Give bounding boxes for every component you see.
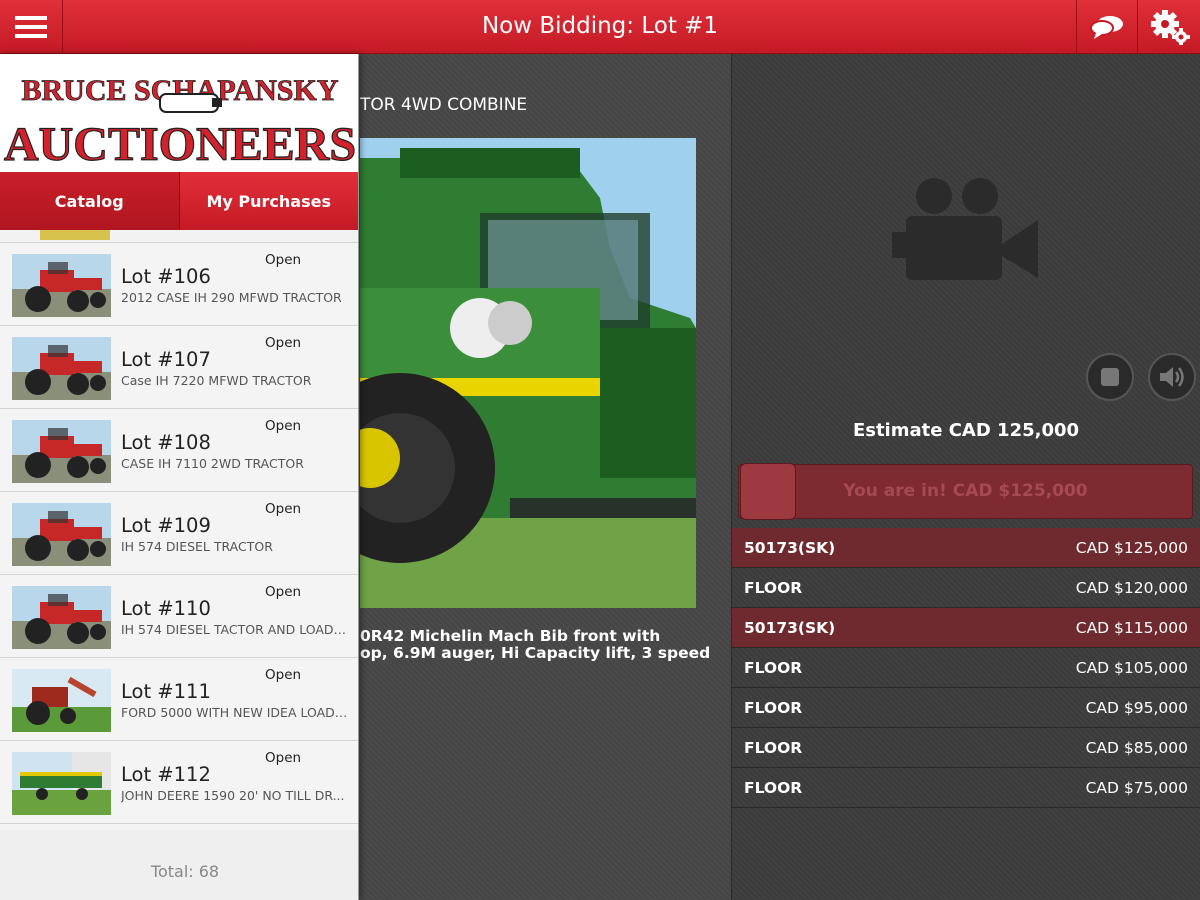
chat-bubbles-icon — [1090, 15, 1123, 39]
lot-number: Lot #109 — [121, 514, 211, 537]
tab-catalog[interactable]: Catalog — [0, 172, 179, 230]
list-item-partial — [0, 230, 358, 243]
lot-thumbnail — [12, 420, 111, 483]
gears-icon — [1150, 9, 1190, 45]
lot-list-item[interactable]: Open Lot #107 Case IH 7220 MFWD TRACTOR — [0, 326, 358, 409]
lot-thumbnail — [12, 254, 111, 317]
bid-row: FLOOR CAD $85,000 — [732, 728, 1200, 768]
lot-status: Open — [265, 335, 302, 351]
auctioneer-logo: BRUCE SCHAPANSKY AUCTIONEERS — [0, 54, 358, 172]
bid-row: FLOOR CAD $120,000 — [732, 568, 1200, 608]
lot-number: Lot #108 — [121, 431, 211, 454]
lot-title: TOR 4WD COMBINE — [360, 95, 528, 115]
speaker-icon — [1160, 367, 1184, 387]
lot-list-item[interactable]: Open Lot #106 2012 CASE IH 290 MFWD TRACTO… — [0, 243, 358, 326]
bid-amount: CAD $85,000 — [1085, 738, 1188, 757]
drawer-tabs: Catalog My Purchases — [0, 172, 358, 230]
lot-list-item[interactable]: Open Lot #109 IH 574 DIESEL TRACTOR — [0, 492, 358, 575]
top-bar: Now Bidding: Lot #1 — [0, 0, 1200, 54]
lot-name: JOHN DEERE 1590 20' NO TILL DR... — [121, 788, 345, 803]
bid-amount: CAD $75,000 — [1085, 778, 1188, 797]
page-title: Now Bidding: Lot #1 — [481, 13, 719, 39]
lot-number: Lot #112 — [121, 763, 211, 786]
bid-row: FLOOR CAD $105,000 — [732, 648, 1200, 688]
bidder-name: FLOOR — [744, 738, 803, 757]
gavel-icon — [159, 93, 222, 113]
lot-list[interactable]: Open Lot #106 2012 CASE IH 290 MFWD TRACTO… — [0, 230, 358, 830]
lot-thumbnail — [12, 586, 111, 649]
lot-list-item[interactable]: Open Lot #110 IH 574 DIESEL TACTOR AND LOA… — [0, 575, 358, 658]
lot-name: Case IH 7220 MFWD TRACTOR — [121, 373, 312, 388]
bid-slider-handle[interactable] — [740, 463, 796, 520]
bidder-name: 50173(SK) — [744, 538, 836, 557]
lot-thumbnail — [12, 337, 111, 400]
bid-amount: CAD $95,000 — [1085, 698, 1188, 717]
lot-thumbnail — [12, 503, 111, 566]
bid-history-list: 50173(SK) CAD $125,000 FLOOR CAD $120,000 50… — [732, 528, 1200, 808]
estimate-label: Estimate CAD 125,000 — [852, 420, 1080, 441]
bid-row: FLOOR CAD $75,000 — [732, 768, 1200, 808]
lot-thumbnail — [12, 669, 111, 732]
lot-status: Open — [265, 750, 302, 766]
lot-status: Open — [265, 252, 302, 268]
lot-number: Lot #111 — [121, 680, 211, 703]
lot-list-item[interactable]: Open Lot #112 JOHN DEERE 1590 20' NO TILL … — [0, 741, 358, 824]
lot-list-item[interactable]: Open Lot #111 FORD 5000 WITH NEW IDEA LOAD… — [0, 658, 358, 741]
bid-status-text[interactable]: You are in! CAD $125,000 — [738, 464, 1193, 519]
bidder-name: FLOOR — [744, 698, 803, 717]
bidder-name: 50173(SK) — [744, 618, 836, 637]
lot-description: 0R42 Michelin Mach Bib front with op, 6.… — [360, 628, 720, 662]
lot-name: 2012 CASE IH 290 MFWD TRACTOR — [121, 290, 342, 305]
stop-button[interactable] — [1086, 353, 1134, 401]
bid-row: 50173(SK) CAD $115,000 — [732, 608, 1200, 648]
lot-name: IH 574 DIESEL TRACTOR — [121, 539, 273, 554]
menu-button[interactable] — [0, 0, 63, 53]
video-camera-icon — [892, 178, 1038, 280]
tab-my-purchases[interactable]: My Purchases — [178, 172, 358, 230]
lot-name: IH 574 DIESEL TACTOR AND LOADE.. — [121, 622, 349, 637]
lot-photo — [360, 138, 696, 608]
lot-description-line: 0R42 Michelin Mach Bib front with — [360, 627, 661, 645]
lot-number: Lot #110 — [121, 597, 211, 620]
bid-amount: CAD $115,000 — [1075, 618, 1188, 637]
lot-name: FORD 5000 WITH NEW IDEA LOADER — [121, 705, 349, 720]
lot-status: Open — [265, 501, 302, 517]
bidder-name: FLOOR — [744, 778, 803, 797]
lot-list-item[interactable]: Open — [0, 824, 358, 830]
lot-description-line: op, 6.9M auger, Hi Capacity lift, 3 spee… — [360, 644, 711, 662]
bid-row: 50173(SK) CAD $125,000 — [732, 528, 1200, 568]
video-area — [732, 54, 1200, 404]
lot-number: Lot #107 — [121, 348, 211, 371]
stop-icon — [1101, 368, 1119, 386]
settings-button[interactable] — [1137, 0, 1200, 53]
bidder-name: FLOOR — [744, 658, 803, 677]
bid-amount: CAD $125,000 — [1075, 538, 1188, 557]
bid-amount: CAD $120,000 — [1075, 578, 1188, 597]
lot-thumbnail — [12, 752, 111, 815]
lot-number: Lot #106 — [121, 265, 211, 288]
volume-button[interactable] — [1148, 353, 1196, 401]
chat-button[interactable] — [1076, 0, 1137, 53]
bid-amount: CAD $105,000 — [1075, 658, 1188, 677]
total-count: Total: 68 — [150, 862, 220, 881]
lot-status: Open — [265, 667, 302, 683]
logo-line2: AUCTIONEERS — [4, 118, 356, 171]
bidder-name: FLOOR — [744, 578, 803, 597]
lot-list-item[interactable]: Open Lot #108 CASE IH 7110 2WD TRACTOR — [0, 409, 358, 492]
catalog-drawer: BRUCE SCHAPANSKY AUCTIONEERS Catalog My … — [0, 54, 359, 900]
lot-status: Open — [265, 584, 302, 600]
hamburger-icon — [15, 15, 47, 38]
lot-name: CASE IH 7110 2WD TRACTOR — [121, 456, 304, 471]
bid-row: FLOOR CAD $95,000 — [732, 688, 1200, 728]
lot-status: Open — [265, 418, 302, 434]
